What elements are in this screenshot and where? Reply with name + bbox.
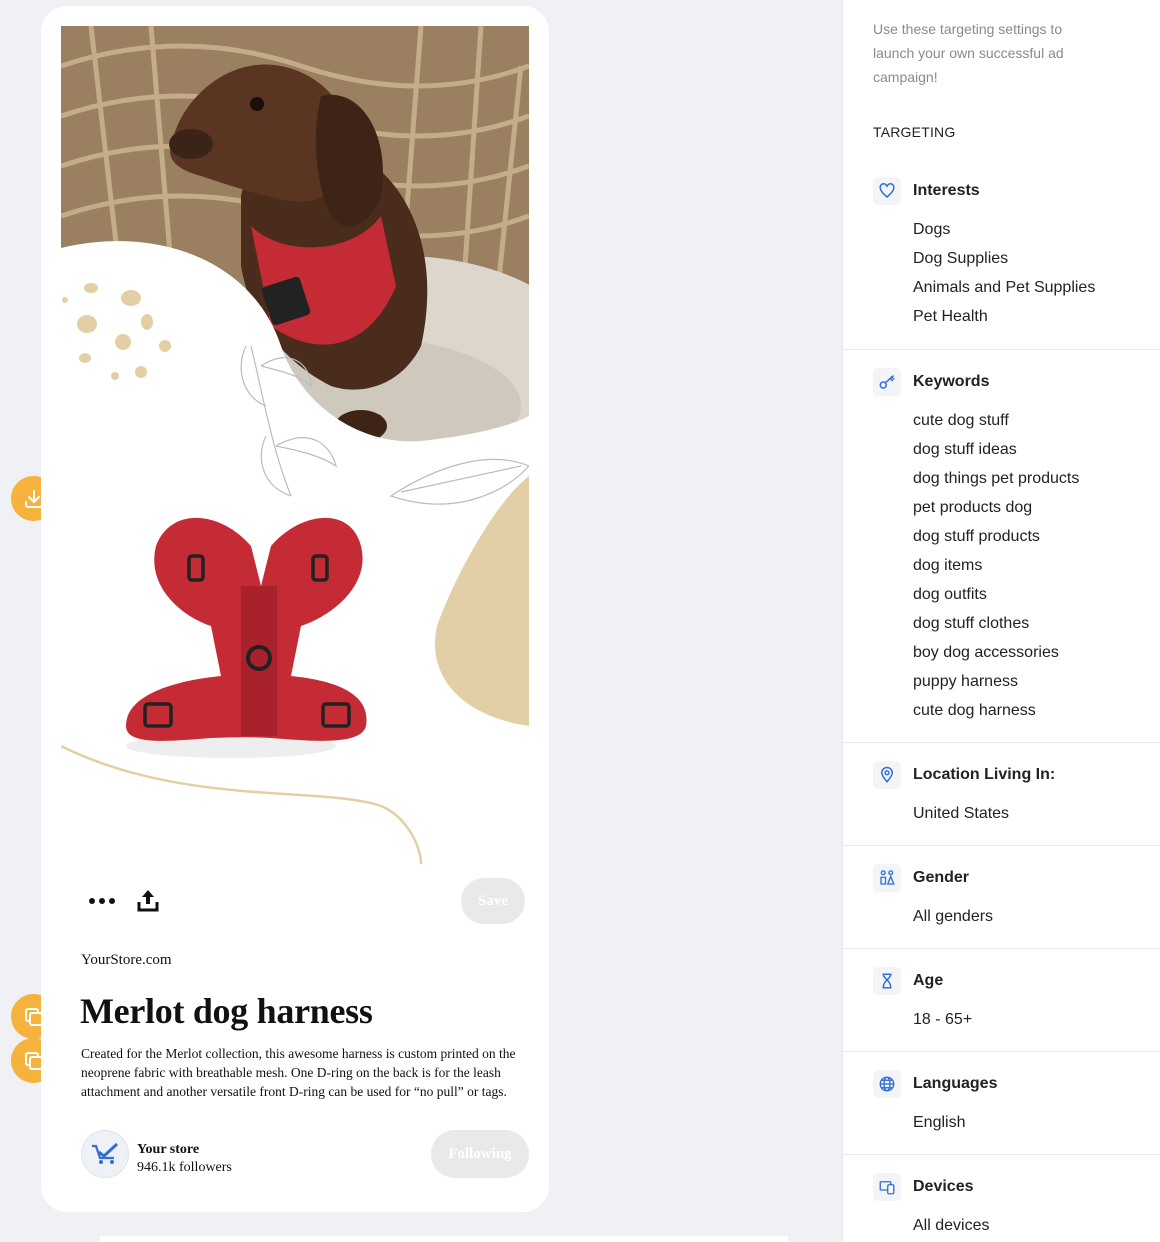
devices-icon <box>873 1173 901 1201</box>
cart-logo-icon <box>92 1142 119 1164</box>
section-interests: Interests Dogs Dog Supplies Animals and … <box>843 177 1160 350</box>
section-title: Languages <box>913 1075 998 1092</box>
section-header: Interests <box>873 177 980 205</box>
section-keywords: Keywords cute dog stuff dog stuff ideas … <box>843 368 1160 743</box>
list-item: cute dog harness <box>913 702 1036 719</box>
key-icon <box>873 368 901 396</box>
gender-icon <box>873 864 901 892</box>
list-item: English <box>913 1114 966 1131</box>
list-item: cute dog stuff <box>913 412 1009 429</box>
dot <box>109 898 115 904</box>
interest-list: Dogs Dog Supplies Animals and Pet Suppli… <box>913 215 1095 331</box>
more-options-button[interactable] <box>89 892 115 910</box>
list-item: dog stuff ideas <box>913 441 1017 458</box>
pin-image[interactable] <box>61 26 529 864</box>
language-list: English <box>913 1108 965 1137</box>
hourglass-icon <box>873 967 901 995</box>
section-location: Location Living In: United States <box>843 761 1160 846</box>
section-header: Devices <box>873 1173 974 1201</box>
pin-domain-link[interactable]: YourStore.com <box>81 952 172 969</box>
list-item: United States <box>913 805 1010 822</box>
list-item: dog items <box>913 557 983 574</box>
section-title: Gender <box>913 869 970 886</box>
section-header: Languages <box>873 1070 997 1098</box>
list-item: All devices <box>913 1217 990 1234</box>
follower-count: 946.1k followers <box>137 1160 232 1175</box>
dot <box>89 898 95 904</box>
pin-title: Merlot dog harness <box>80 991 373 1031</box>
targeting-panel: Use these targeting settings to launch y… <box>842 0 1160 1242</box>
pin-card: Save YourStore.com Merlot dog harness Cr… <box>41 6 549 1212</box>
following-button[interactable]: Following <box>431 1130 529 1178</box>
list-item: puppy harness <box>913 673 1018 690</box>
list-item: pet products dog <box>913 499 1033 516</box>
avatar[interactable] <box>81 1130 129 1178</box>
section-title: Keywords <box>913 373 990 390</box>
section-header: Age <box>873 967 943 995</box>
device-list: All devices <box>913 1211 989 1240</box>
pin-description: Created for the Merlot collection, this … <box>81 1046 516 1099</box>
list-item: Dogs <box>913 221 951 238</box>
list-item: dog stuff clothes <box>913 615 1030 632</box>
save-button[interactable]: Save <box>461 878 525 924</box>
list-item: 18 - 65+ <box>913 1011 973 1028</box>
dot <box>99 898 105 904</box>
location-list: United States <box>913 799 1009 828</box>
section-gender: Gender All genders <box>843 864 1160 949</box>
creator-name[interactable]: Your store <box>137 1142 199 1158</box>
globe-icon <box>873 1070 901 1098</box>
list-item: All genders <box>913 908 994 925</box>
pin-actions-bar: Save <box>81 878 525 926</box>
creator-row: Your store 946.1k followers Following <box>81 1130 529 1186</box>
list-item: Pet Health <box>913 308 988 325</box>
section-languages: Languages English <box>843 1070 1160 1155</box>
section-title: Devices <box>913 1178 974 1195</box>
targeting-intro: Use these targeting settings to launch y… <box>873 21 1064 85</box>
age-list: 18 - 65+ <box>913 1005 972 1034</box>
bottom-divider <box>100 1236 788 1242</box>
section-header: Gender <box>873 864 969 892</box>
list-item: dog stuff products <box>913 528 1040 545</box>
keyword-list: cute dog stuff dog stuff ideas dog thing… <box>913 406 1079 725</box>
gender-list: All genders <box>913 902 993 931</box>
list-item: boy dog accessories <box>913 644 1059 661</box>
section-age: Age 18 - 65+ <box>843 967 1160 1052</box>
section-title: Interests <box>913 182 980 199</box>
share-icon[interactable] <box>137 888 159 912</box>
section-title: Age <box>913 972 944 989</box>
section-header: Keywords <box>873 368 989 396</box>
list-item: dog things pet products <box>913 470 1080 487</box>
section-devices: Devices All devices <box>843 1173 1160 1242</box>
location-pin-icon <box>873 761 901 789</box>
section-header: Location Living In: <box>873 761 1055 789</box>
list-item: Dog Supplies <box>913 250 1009 267</box>
heart-icon <box>873 177 901 205</box>
targeting-heading: TARGETING <box>873 124 956 140</box>
section-title: Location Living In: <box>913 766 1056 783</box>
list-item: Animals and Pet Supplies <box>913 279 1096 296</box>
list-item: dog outfits <box>913 586 987 603</box>
